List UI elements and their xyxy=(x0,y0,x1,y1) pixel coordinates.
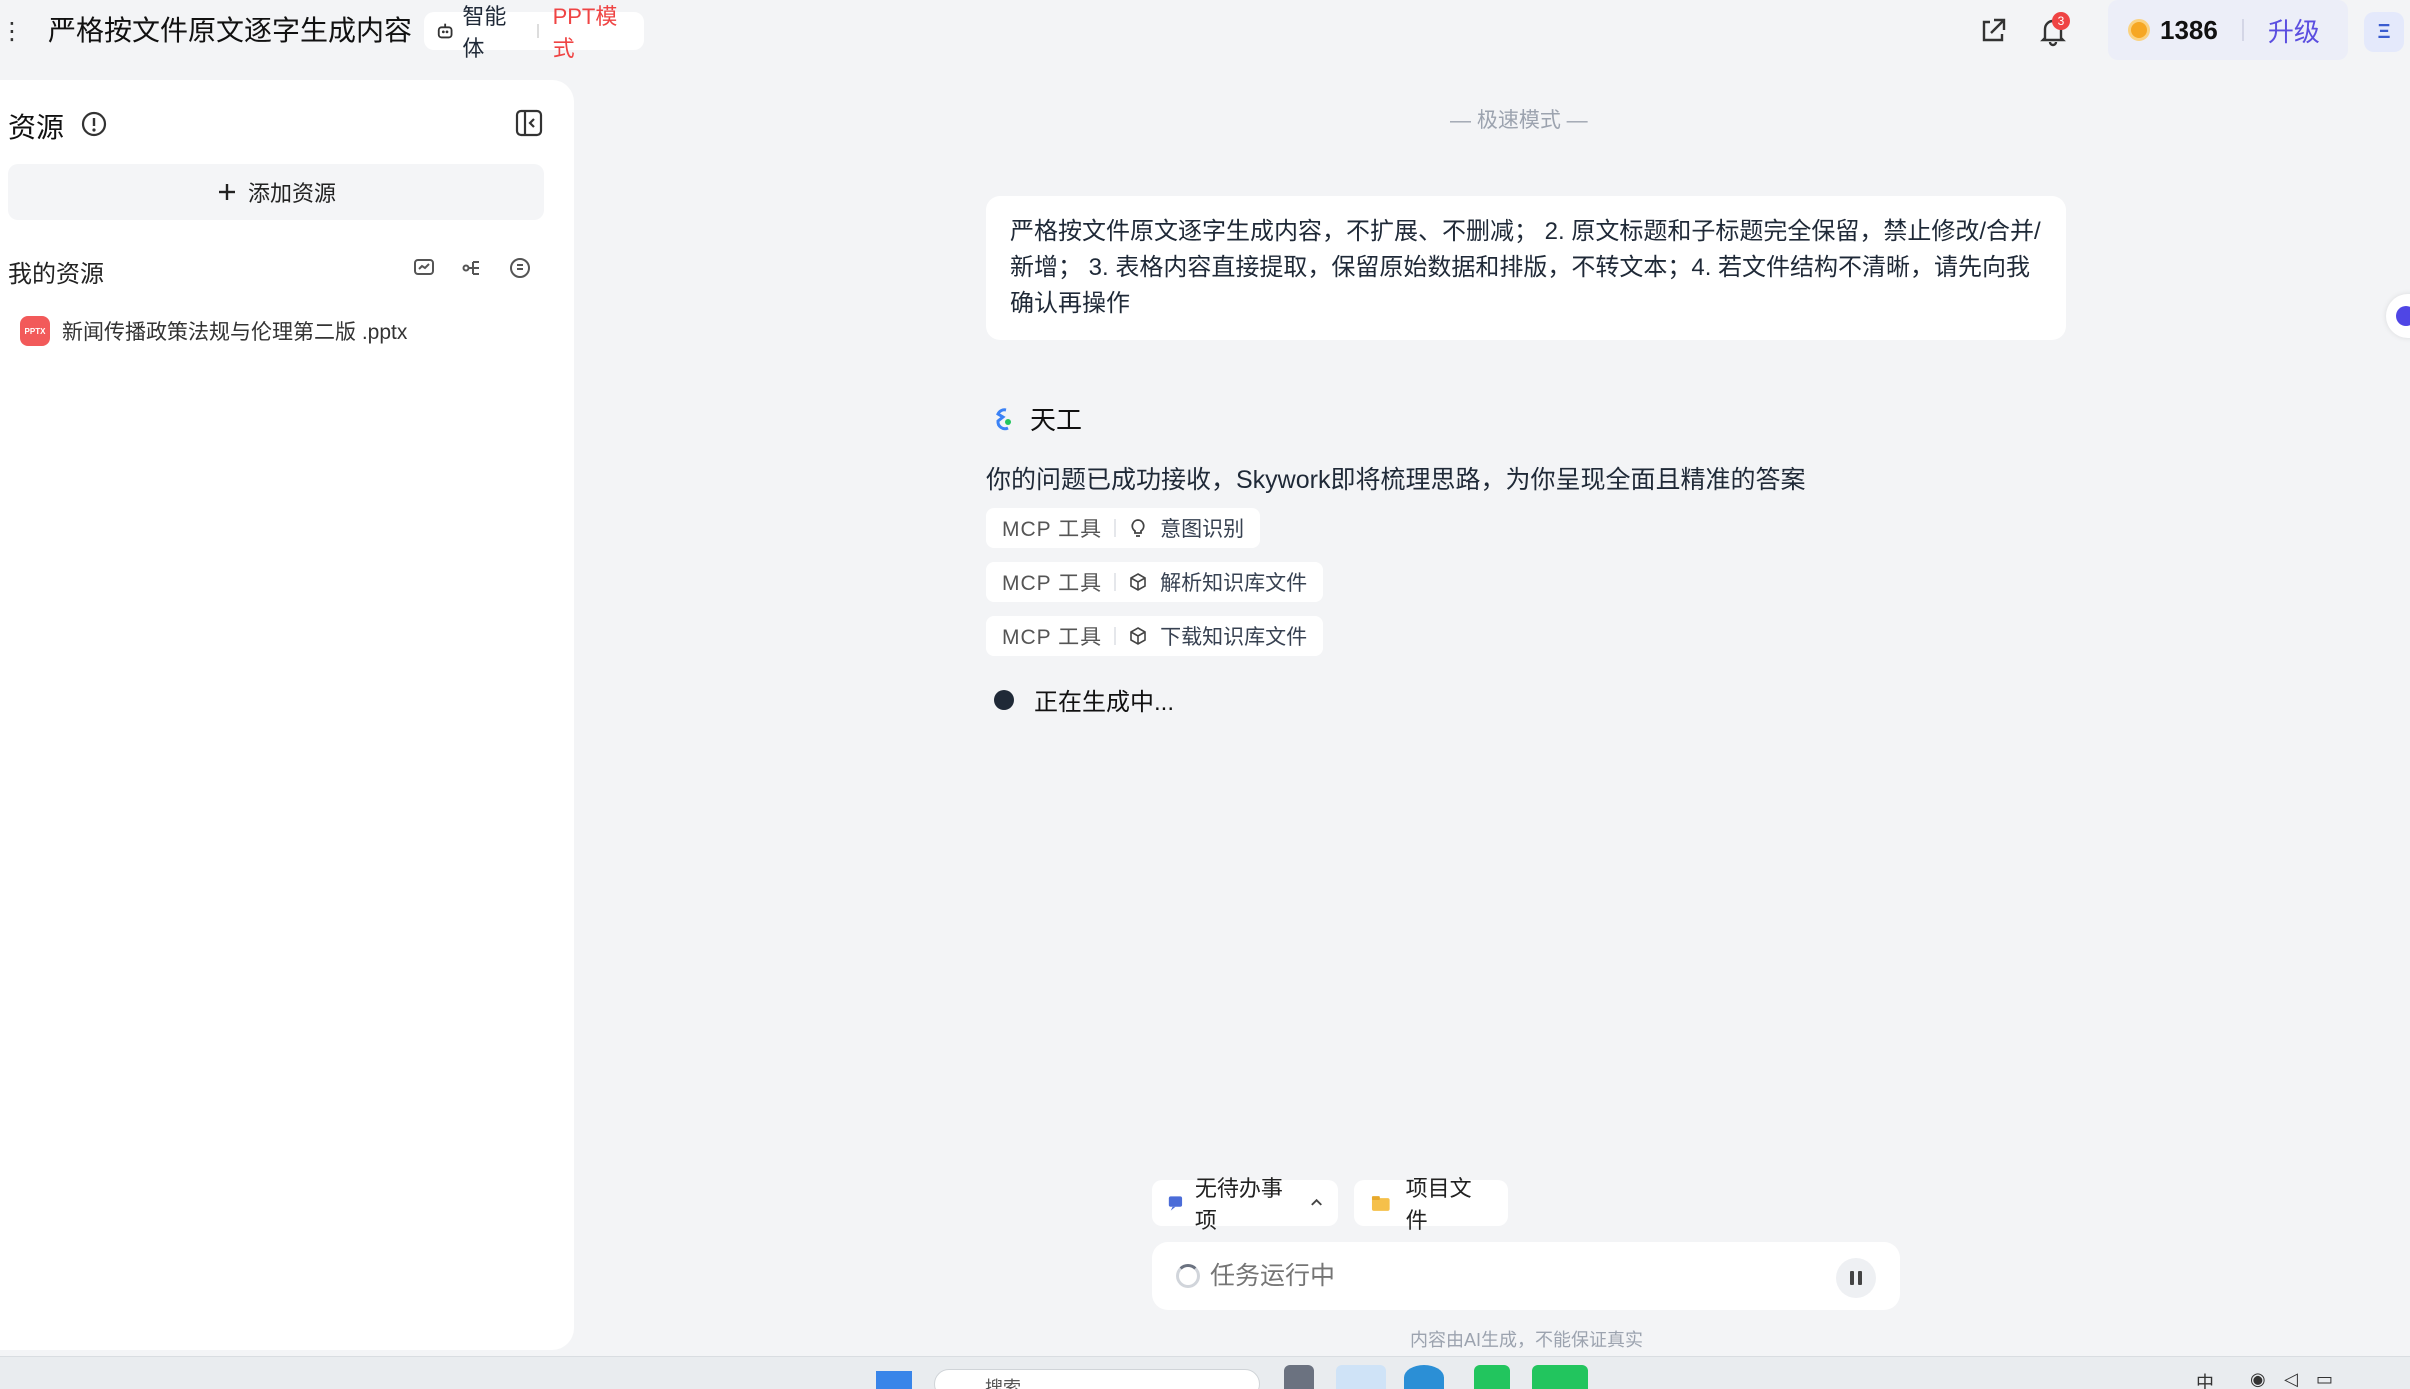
divider xyxy=(1114,627,1117,645)
pause-bar xyxy=(1850,1271,1854,1285)
tool-chip-parse[interactable]: MCP 工具 解析知识库文件 xyxy=(986,562,1324,602)
user-message: 严格按文件原文逐字生成内容，不扩展、不删减； 2. 原文标题和子标题完全保留，禁… xyxy=(986,196,2066,340)
mcp-tag: MCP 工具 xyxy=(1002,626,1103,649)
tray-ime[interactable]: 中 xyxy=(2196,1369,2214,1389)
mcp-tag: MCP 工具 xyxy=(1002,518,1103,541)
tool-chip-intent[interactable]: MCP 工具 意图识别 xyxy=(986,508,1261,548)
tool-label: 下载知识库文件 xyxy=(1160,626,1308,649)
sidebar-title: 资源 xyxy=(8,112,65,143)
divider xyxy=(1114,519,1117,537)
tool-chip-download[interactable]: MCP 工具 下载知识库文件 xyxy=(986,616,1324,656)
tool-label: 解析知识库文件 xyxy=(1160,572,1308,595)
generating-status: 正在生成中... xyxy=(994,682,1174,717)
top-bar: ⋮ 严格按文件原文逐字生成内容 智能体 PPT模式 3 1386 升级 Ξ xyxy=(0,0,2410,62)
chat-input-box[interactable] xyxy=(1152,1242,1900,1310)
credits-count: 1386 xyxy=(2160,14,2218,45)
lightbulb-icon xyxy=(1131,519,1145,537)
loading-spinner-icon xyxy=(1176,1264,1200,1288)
resource-file-item[interactable]: PPTX 新闻传播政策法规与伦理第二版 .pptx xyxy=(20,316,407,346)
upgrade-button[interactable]: 升级 xyxy=(2268,12,2320,49)
todo-label: 无待办事项 xyxy=(1194,1176,1283,1233)
mindmap-icon[interactable] xyxy=(460,256,484,280)
tool-label: 意图识别 xyxy=(1160,518,1245,541)
page-title: 严格按文件原文逐字生成内容 xyxy=(48,15,413,46)
my-resources-heading: 我的资源 xyxy=(8,261,104,288)
edge-browser-icon[interactable] xyxy=(1336,1365,1386,1389)
mode-pill[interactable]: 智能体 PPT模式 xyxy=(424,4,644,61)
chart-icon[interactable] xyxy=(412,256,436,280)
robot-icon xyxy=(437,23,453,39)
info-icon[interactable] xyxy=(80,110,108,138)
pause-bar xyxy=(1858,1271,1862,1285)
windows-start-icon[interactable] xyxy=(876,1371,912,1389)
browser-icon[interactable] xyxy=(1404,1365,1444,1389)
mcp-tag: MCP 工具 xyxy=(1002,572,1103,595)
app-icon[interactable] xyxy=(1474,1365,1510,1389)
add-resource-button[interactable]: 添加资源 xyxy=(8,164,544,220)
divider xyxy=(1114,573,1117,591)
notification-badge: 3 xyxy=(2052,12,2070,30)
share-icon[interactable] xyxy=(1976,14,2010,48)
pause-button[interactable] xyxy=(1836,1258,1876,1298)
add-resource-label: 添加资源 xyxy=(247,181,336,206)
volume-icon[interactable]: ◁ xyxy=(2284,1369,2298,1389)
status-dot-icon xyxy=(994,689,1014,710)
cube-icon xyxy=(1130,573,1146,591)
document-icon[interactable] xyxy=(508,256,532,280)
agent-label: 智能体 xyxy=(462,4,507,61)
project-files-button[interactable]: 项目文件 xyxy=(1354,1176,1508,1233)
wifi-icon[interactable]: ◉ xyxy=(2250,1369,2266,1389)
bot-reply: 你的问题已成功接收，Skywork即将梳理思路，为你呈现全面且精准的答案 xyxy=(986,466,1806,494)
ppt-mode-label: PPT模式 xyxy=(552,4,618,61)
divider xyxy=(536,24,539,38)
taskbar-search[interactable]: 搜索 xyxy=(934,1369,1260,1389)
battery-icon[interactable]: ▭ xyxy=(2316,1369,2333,1389)
taskbar-search-placeholder: 搜索 xyxy=(985,1378,1021,1389)
ai-disclaimer: 内容由AI生成，不能保证真实 xyxy=(1410,1330,1644,1350)
chevron-up-icon xyxy=(1311,1198,1322,1206)
collapse-sidebar-icon[interactable] xyxy=(514,108,544,138)
status-text: 正在生成中... xyxy=(1034,689,1175,716)
folder-icon xyxy=(1371,1196,1390,1211)
app-logo-icon[interactable]: Ξ xyxy=(2364,12,2404,52)
credits-panel[interactable]: 1386 升级 xyxy=(2108,0,2348,60)
bot-header: 天工 xyxy=(990,400,1082,437)
os-taskbar: 搜索 中 ◉ ◁ ▭ xyxy=(0,1356,2410,1389)
chat-bubble-icon xyxy=(1168,1196,1183,1211)
project-files-label: 项目文件 xyxy=(1405,1176,1472,1233)
assistant-icon xyxy=(2396,306,2410,326)
plus-icon xyxy=(218,184,235,200)
coin-icon xyxy=(2128,19,2150,41)
resource-sidebar: 资源 添加资源 我的资源 PPTX 新闻传播政策法规与伦理第二版 .pptx xyxy=(0,80,574,1350)
divider xyxy=(2241,19,2244,41)
task-input[interactable] xyxy=(1210,1261,1810,1291)
wechat-icon[interactable] xyxy=(1532,1365,1588,1389)
todo-button[interactable]: 无待办事项 xyxy=(1152,1176,1338,1233)
file-name: 新闻传播政策法规与伦理第二版 .pptx xyxy=(62,321,408,344)
menu-edge-icon[interactable]: ⋮ xyxy=(0,20,24,44)
floating-assistant-tab[interactable] xyxy=(2386,294,2410,338)
pptx-file-icon: PPTX xyxy=(20,316,50,346)
cube-icon xyxy=(1130,627,1146,645)
task-view-icon[interactable] xyxy=(1284,1365,1314,1389)
tiangong-logo-icon xyxy=(996,407,1011,430)
bot-name: 天工 xyxy=(1030,405,1083,435)
speed-mode-banner: — 极速模式 — xyxy=(1450,109,1588,132)
